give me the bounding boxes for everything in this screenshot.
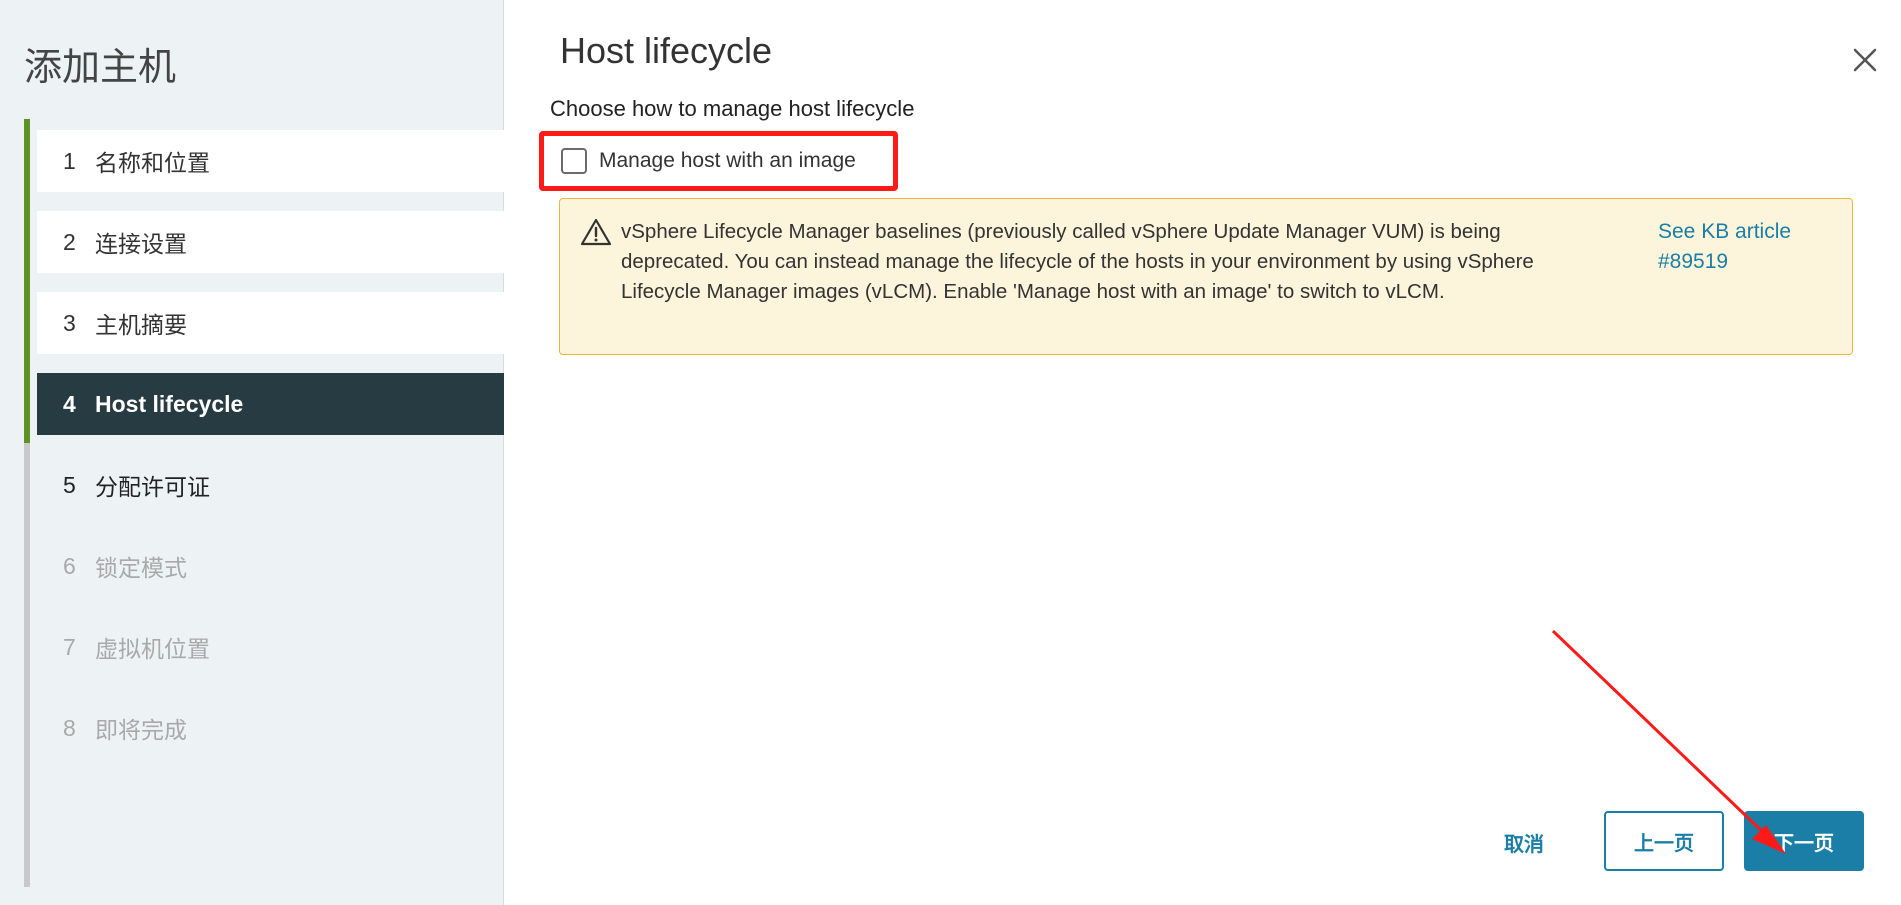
step-assign-license[interactable]: 5 分配许可证: [37, 454, 504, 516]
step-name-location[interactable]: 1 名称和位置: [37, 130, 504, 192]
step-number: 1: [63, 147, 76, 174]
wizard-content: Host lifecycle Choose how to manage host…: [505, 0, 1901, 905]
step-label: 虚拟机位置: [95, 636, 210, 662]
warning-icon: [580, 218, 612, 246]
step-label: 名称和位置: [95, 150, 210, 176]
manage-with-image-label[interactable]: Manage host with an image: [599, 149, 856, 173]
page-title: Host lifecycle: [560, 30, 773, 71]
step-host-summary[interactable]: 3 主机摘要: [37, 292, 504, 354]
step-ready-to-complete: 8 即将完成: [37, 697, 504, 759]
wizard-sidebar: 添加主机 1 名称和位置 2 连接设置 3 主机摘要 4 Host lifecy…: [0, 0, 504, 905]
manage-with-image-option[interactable]: Manage host with an image: [539, 131, 898, 191]
section-subtitle: Choose how to manage host lifecycle: [550, 96, 915, 121]
step-label: Host lifecycle: [95, 390, 244, 417]
step-lockdown-mode: 6 锁定模式: [37, 535, 504, 597]
step-label: 分配许可证: [95, 474, 210, 500]
wizard-title: 添加主机: [24, 47, 177, 89]
close-icon[interactable]: [1847, 42, 1883, 78]
alert-message: vSphere Lifecycle Manager baselines (pre…: [621, 220, 1534, 303]
step-vm-location: 7 虚拟机位置: [37, 616, 504, 678]
step-label: 主机摘要: [95, 312, 187, 338]
step-label: 连接设置: [95, 231, 187, 257]
step-number: 4: [63, 390, 76, 417]
progress-bar-complete: [24, 119, 30, 443]
next-button[interactable]: 下一页: [1744, 811, 1864, 871]
step-number: 3: [63, 309, 76, 336]
back-button[interactable]: 上一页: [1604, 811, 1724, 871]
cancel-button[interactable]: 取消: [1479, 820, 1569, 864]
step-label: 即将完成: [95, 717, 187, 743]
step-number: 7: [63, 633, 76, 660]
step-number: 2: [63, 228, 76, 255]
step-number: 5: [63, 471, 76, 498]
step-host-lifecycle[interactable]: 4 Host lifecycle: [37, 373, 504, 435]
deprecation-warning-alert: vSphere Lifecycle Manager baselines (pre…: [559, 198, 1853, 355]
kb-article-link[interactable]: See KB article #89519: [1658, 217, 1852, 277]
step-label: 锁定模式: [95, 555, 187, 581]
manage-with-image-checkbox[interactable]: [561, 148, 587, 174]
step-number: 8: [63, 714, 76, 741]
progress-bar-remaining: [24, 443, 30, 887]
step-connection-settings[interactable]: 2 连接设置: [37, 211, 504, 273]
step-number: 6: [63, 552, 76, 579]
